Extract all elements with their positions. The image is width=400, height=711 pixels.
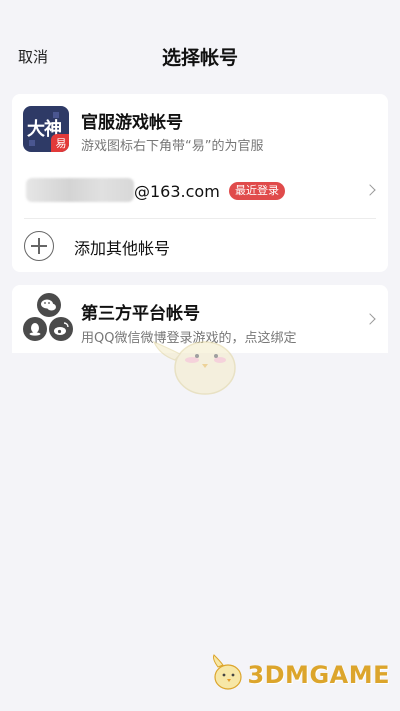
- official-badge-icon: 易: [51, 134, 69, 152]
- add-account-label: 添加其他帐号: [74, 239, 171, 258]
- official-section-title: 官服游戏帐号: [81, 113, 183, 133]
- chevron-right-icon: [364, 184, 376, 196]
- official-section-hint: 游戏图标右下角带“易”的为官服: [81, 139, 264, 154]
- site-watermark: 3DMGAME: [200, 653, 390, 693]
- watermark-text: 3DMGAME: [247, 661, 390, 689]
- recent-login-badge: 最近登录: [229, 182, 285, 200]
- social-platforms-icon: [23, 293, 75, 345]
- blurred-username: [26, 178, 134, 202]
- page-title: 选择帐号: [161, 47, 238, 69]
- add-account-row[interactable]: 添加其他帐号: [12, 219, 388, 269]
- qq-icon: [23, 317, 47, 341]
- chevron-right-icon: [364, 313, 376, 325]
- third-party-title: 第三方平台帐号: [81, 304, 200, 324]
- top-navigation-bar: 取消 选择帐号: [0, 0, 400, 86]
- game-app-icon: 大神 易: [23, 106, 69, 152]
- official-accounts-card: 大神 易 官服游戏帐号 游戏图标右下角带“易”的为官服 @163.com 最近登…: [12, 94, 388, 272]
- account-row[interactable]: @163.com 最近登录: [12, 172, 388, 218]
- plus-circle-icon: [24, 231, 54, 261]
- wechat-icon: [37, 293, 61, 317]
- mascot-watermark-icon: [152, 340, 236, 395]
- bird-logo-icon: [213, 654, 242, 690]
- weibo-icon: [49, 317, 73, 341]
- account-email-domain: @163.com: [134, 182, 220, 201]
